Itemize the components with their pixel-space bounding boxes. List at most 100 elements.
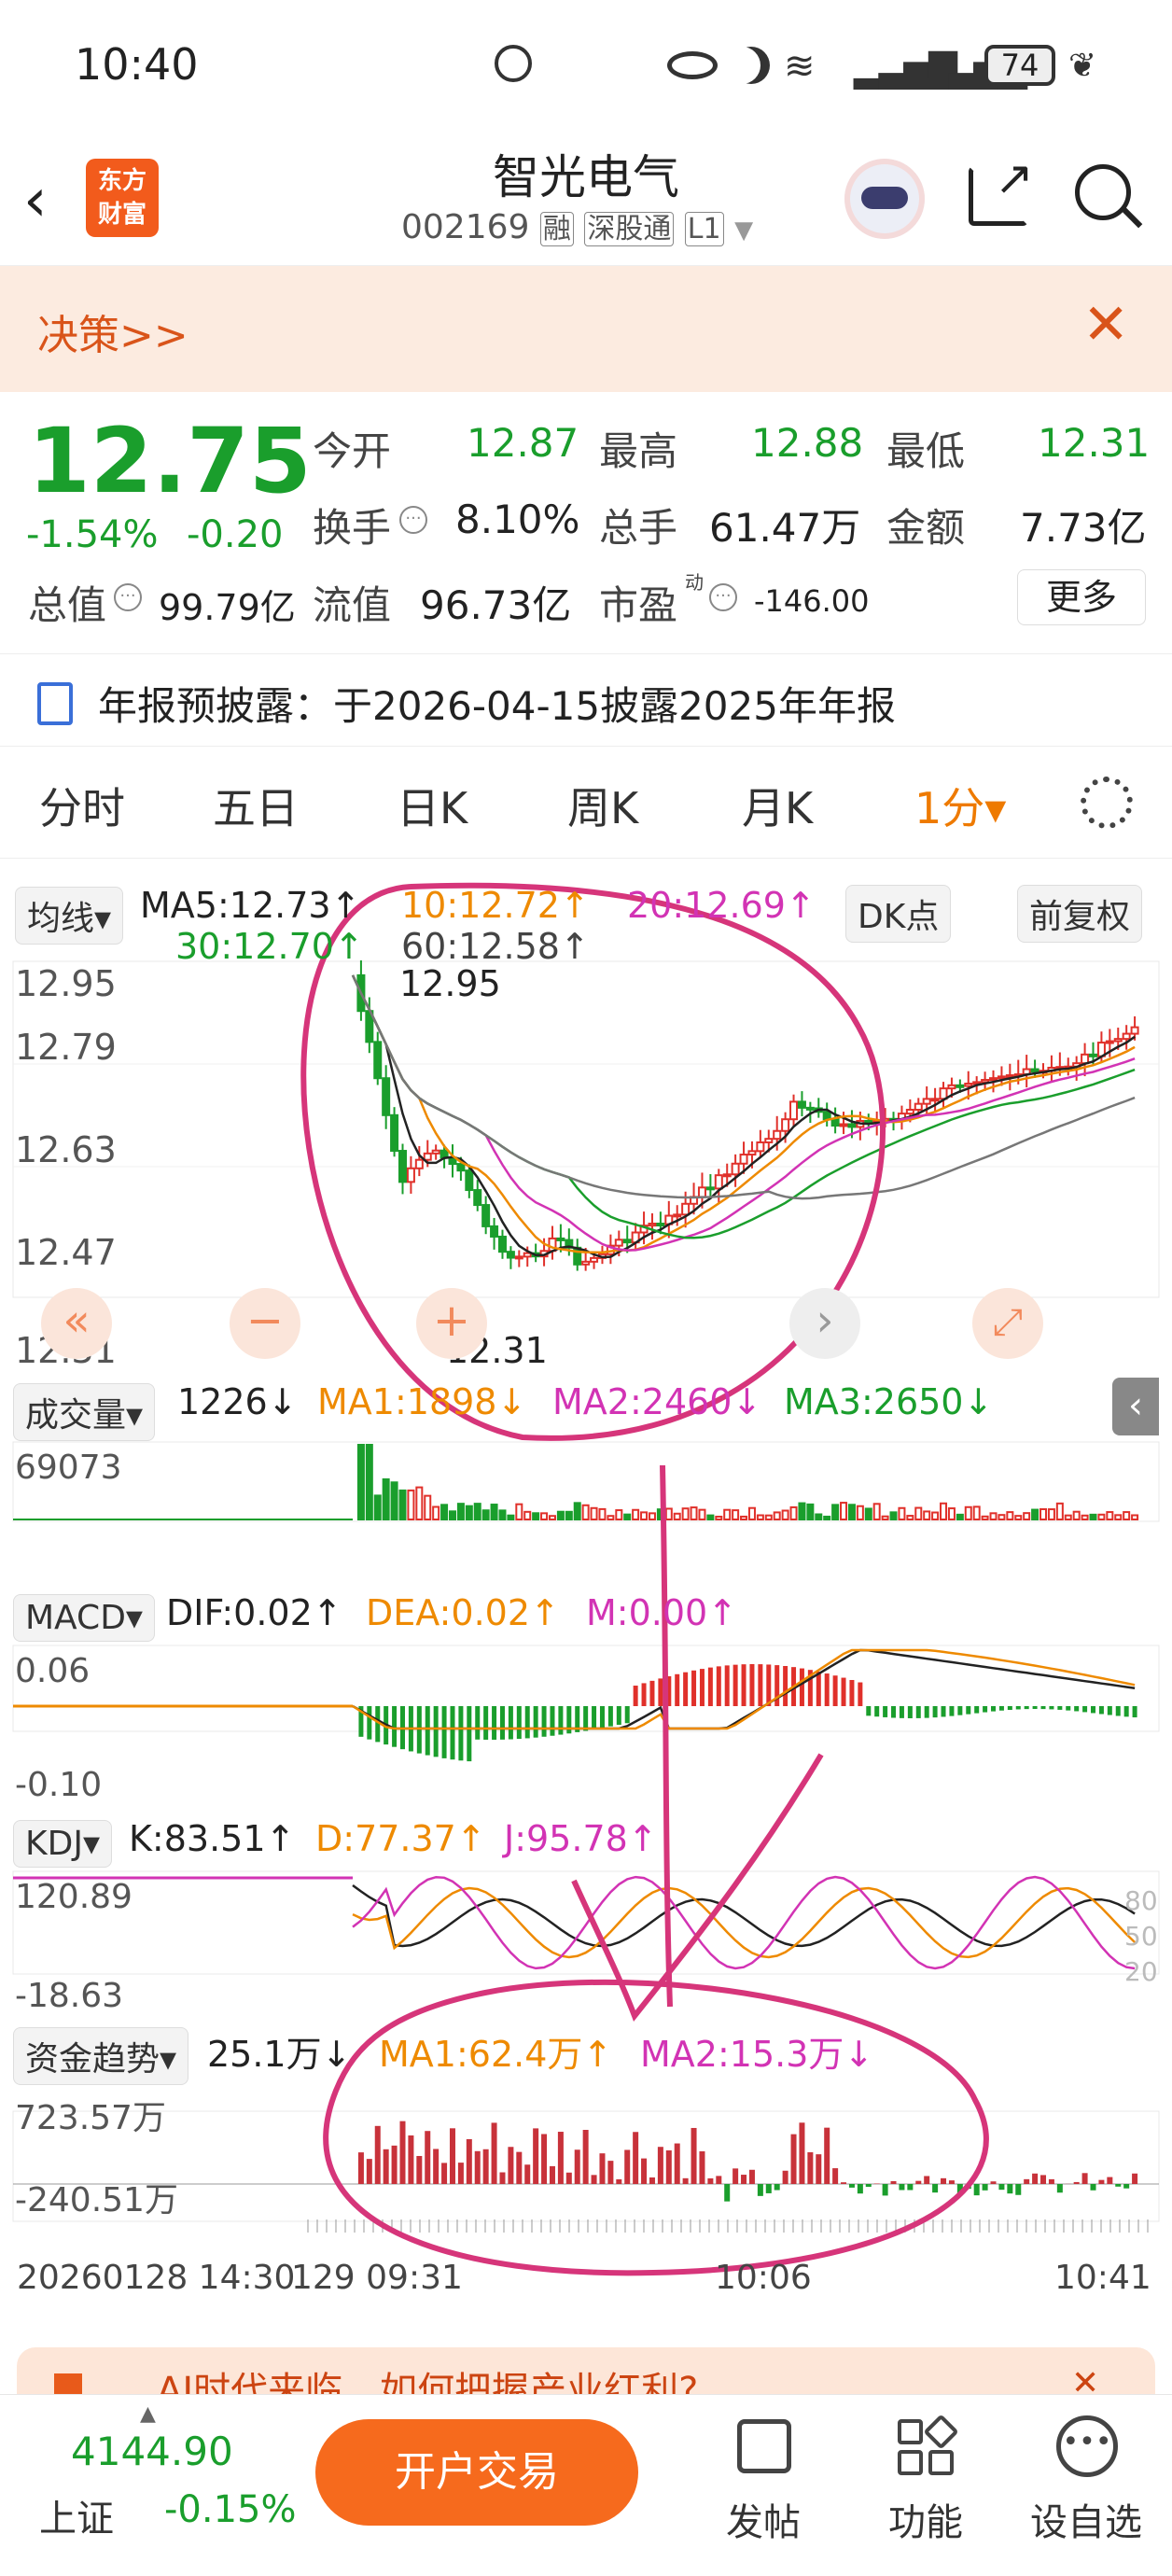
annotation-line-vertical [660,1464,673,2008]
volume-bar [923,1510,931,1521]
adjust-button[interactable]: 前复权 [1017,885,1143,943]
macd-bar [416,1706,422,1754]
dk-point-button[interactable]: DK点 [845,885,952,943]
tab-1min[interactable]: 1分▾ [914,775,1006,836]
bottom-nav: ▲ 4144.90 上证 -0.15% 开户交易 发帖 功能 ••• 设自选 [0,2394,1172,2576]
volume-bar [523,1510,532,1521]
tab-daily-k[interactable]: 日K [397,775,467,836]
settings-gear-icon[interactable] [1081,777,1133,829]
more-button[interactable]: 更多 [1017,569,1146,625]
quote-panel: 12.75 -1.54% -0.20 今开 12.87 最高 12.88 最低 … [0,392,1172,653]
macd-bar [508,1706,513,1740]
volume-bar [1123,1511,1131,1520]
fund-bar [1056,2184,1063,2193]
fund-bar [433,2149,440,2184]
stock-code-row[interactable]: 002169 融 深股通 L1 ▼ [401,205,753,246]
macd-bar [1115,1706,1121,1716]
volume-bar [481,1509,490,1520]
volume-bar [931,1511,940,1521]
fund-bar [774,2184,780,2191]
index-name[interactable]: 上证 [39,2488,114,2542]
macd-bar [924,1706,929,1718]
robot-assistant-icon[interactable] [844,159,925,239]
fund-bar [998,2184,1005,2191]
price-frame [12,960,1160,1298]
annual-report-notice[interactable]: 年报预披露：于2026-04-15披露2025年年报 [0,653,1172,747]
macd-bar [749,1664,755,1706]
scroll-left-button[interactable]: « [41,1288,112,1359]
info-icon[interactable]: ··· [709,583,737,611]
fund-bar [1081,2173,1088,2184]
macd-bar [467,1706,472,1762]
candle-body [839,1123,848,1127]
open-account-button[interactable]: 开户交易 [315,2419,638,2526]
ma20-line [351,974,1136,1252]
index-pct[interactable]: -0.15% [164,2488,297,2531]
fund-bar [416,2155,423,2184]
tab-weekly-k[interactable]: 周K [567,775,638,836]
candle-body [382,1077,391,1116]
zoom-in-button[interactable]: + [416,1288,487,1359]
ma-selector[interactable]: 均线▾ [15,887,124,945]
scroll-right-button[interactable]: › [789,1288,860,1359]
candle-body [847,1123,857,1128]
fund-bar [641,2158,648,2184]
tab-five-day[interactable]: 五日 [213,775,299,836]
macd-bar [1015,1706,1021,1710]
fund-bar [599,2153,606,2184]
kline-chart-area[interactable]: 均线▾ MA5:12.73↑ 10:12.72↑ 20:12.69↑ 30:12… [0,859,1172,2315]
volume-bar [872,1503,881,1521]
volume-bar [632,1508,640,1521]
fullscreen-icon[interactable]: ⤢ [972,1288,1043,1359]
macd-bar [492,1706,497,1740]
decision-banner[interactable]: 决策>> ✕ [0,266,1172,392]
tab-monthly-k[interactable]: 月K [742,775,813,836]
candle-body [423,1152,432,1161]
add-watchlist-label[interactable]: 设自选 [1030,2492,1142,2546]
collapse-tab-icon[interactable]: ‹ [1112,1378,1159,1435]
function-label[interactable]: 功能 [888,2492,963,2546]
fund-bar [932,2184,939,2193]
volume-bar [424,1494,432,1520]
zoom-out-button[interactable]: − [230,1288,300,1359]
macd-bar [874,1706,880,1717]
kdj-k-line [352,1883,1136,1948]
fund-trend-selector[interactable]: 资金趋势▾ [13,2027,189,2085]
macd-bar [691,1670,697,1706]
macd-selector[interactable]: MACD▾ [13,1594,155,1642]
candle-body [506,1251,515,1259]
macd-hi: 0.06 [15,1652,91,1690]
volume-bar [823,1515,831,1521]
volume-bar [773,1511,781,1520]
fund-bar [357,2152,364,2184]
kdj-selector[interactable]: KDJ▾ [13,1820,113,1868]
eye-icon [667,51,718,79]
macd-bar [683,1672,689,1706]
volume-selector[interactable]: 成交量▾ [13,1383,156,1441]
candle-body [805,1106,815,1111]
candle-body [997,1075,1006,1080]
post-label[interactable]: 发帖 [726,2492,801,2546]
info-icon[interactable]: ··· [114,583,142,611]
candle-body [1122,1032,1131,1041]
volume-bar [498,1509,507,1520]
candle-body [739,1154,748,1165]
tab-intraday[interactable]: 分时 [39,775,125,836]
fund-bar [466,2138,472,2184]
ma10-value: 10:12.72↑ [401,885,590,926]
function-grid-icon[interactable] [898,2414,959,2475]
macd-dea: DEA:0.02↑ [366,1592,560,1633]
more-dots-icon[interactable]: ••• [1056,2415,1118,2477]
volume-bar [706,1514,715,1520]
post-edit-icon[interactable] [737,2419,791,2473]
fund-bar [890,2180,897,2184]
fund-bar [482,2149,489,2184]
index-value[interactable]: 4144.90 [71,2429,233,2474]
kdj-level-80: 80 [1124,1885,1158,1916]
info-icon[interactable]: ··· [399,506,427,534]
close-icon[interactable]: ✕ [1082,292,1129,357]
volume-bar [623,1513,632,1521]
candle-body [731,1162,740,1176]
volume-bar [1047,1508,1055,1520]
macd-bar [858,1682,863,1706]
